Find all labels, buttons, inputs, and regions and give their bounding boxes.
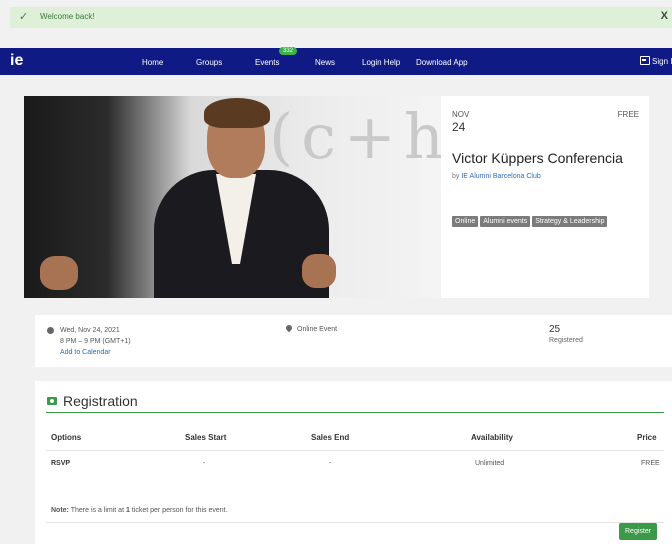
event-price: FREE: [617, 110, 639, 119]
clock-icon: [47, 327, 54, 334]
close-icon[interactable]: X: [661, 10, 668, 22]
nav-download-app[interactable]: Download App: [416, 58, 468, 67]
heading-divider: [46, 412, 664, 413]
event-hero-card: (c+h) NOV 24 FREE Victor Küppers Confere…: [24, 96, 649, 298]
event-time: 8 PM – 9 PM (GMT+1): [60, 338, 131, 345]
cell-sales-start: -: [203, 460, 206, 467]
event-details-bar: Wed, Nov 24, 2021 8 PM – 9 PM (GMT+1) Ad…: [35, 315, 672, 367]
alert-message: Welcome back!: [40, 12, 95, 21]
registration-panel: Registration Options Sales Start Sales E…: [35, 381, 672, 544]
col-availability: Availability: [471, 433, 513, 442]
registered-label: Registered: [549, 337, 583, 344]
registration-note: Note: There is a limit at 1 ticket per p…: [51, 507, 228, 514]
event-title: Victor Küppers Conferencia: [452, 150, 623, 166]
sign-in-icon: [640, 56, 650, 65]
note-label: Note:: [51, 507, 69, 514]
registration-title: Registration: [63, 393, 138, 409]
location-pin-icon: [284, 323, 294, 333]
location-label: Online Event: [297, 326, 338, 333]
tag-online[interactable]: Online: [452, 216, 479, 227]
tag-alumni-events[interactable]: Alumni events: [480, 216, 531, 227]
nav-home[interactable]: Home: [142, 58, 163, 67]
brand-logo[interactable]: ie: [10, 52, 23, 70]
sign-in-label: Sign I: [652, 57, 672, 66]
event-photo: (c+h): [24, 96, 441, 298]
event-tags: Online Alumni events Strategy & Leadership: [452, 210, 609, 228]
events-count-badge: 332: [279, 47, 298, 55]
col-sales-start: Sales Start: [185, 433, 227, 442]
event-location: Online Event: [284, 323, 338, 333]
by-prefix: by: [452, 173, 460, 180]
note-text-pre: There is a limit at: [70, 507, 125, 514]
nav-groups[interactable]: Groups: [196, 58, 222, 67]
event-datetime: Wed, Nov 24, 2021 8 PM – 9 PM (GMT+1) Ad…: [47, 325, 131, 358]
sign-in-link[interactable]: Sign I: [640, 56, 672, 66]
checkmark-icon: ✓: [19, 11, 29, 23]
registered-count: 25 Registered: [549, 324, 583, 344]
nav-news[interactable]: News: [315, 58, 335, 67]
photo-backdrop-text: (c+h): [269, 100, 441, 173]
col-sales-end: Sales End: [311, 433, 350, 442]
note-divider: [46, 522, 664, 523]
nav-events[interactable]: Events: [255, 58, 279, 67]
col-price: Price: [637, 433, 657, 442]
speaker-hand-right: [302, 254, 336, 288]
speaker-hair: [204, 98, 270, 128]
speaker-hand-left: [40, 256, 78, 290]
nav-login-help[interactable]: Login Help: [362, 58, 400, 67]
ticket-icon: [47, 397, 57, 405]
tag-strategy-leadership[interactable]: Strategy & Leadership: [532, 216, 608, 227]
cell-price: FREE: [641, 460, 660, 467]
note-limit-count: 1: [125, 507, 130, 514]
event-summary: NOV 24 FREE Victor Küppers Conferencia b…: [452, 96, 649, 298]
event-month: NOV: [452, 110, 470, 119]
registered-number: 25: [549, 324, 561, 335]
cell-sales-end: -: [329, 460, 332, 467]
add-to-calendar-link[interactable]: Add to Calendar: [60, 349, 111, 356]
note-text-post: ticket per person for this event.: [131, 507, 228, 514]
welcome-alert: ✓ Welcome back! X: [10, 7, 672, 28]
col-options: Options: [51, 433, 82, 442]
table-divider: [46, 450, 664, 451]
top-navbar: ie Home Groups Events 332 News Login Hel…: [0, 47, 672, 75]
register-button[interactable]: Register: [619, 523, 658, 540]
event-date: Wed, Nov 24, 2021: [60, 327, 120, 334]
cell-availability: Unlimited: [475, 460, 505, 467]
cell-option-rsvp: RSVP: [51, 460, 71, 467]
event-day: 24: [452, 120, 466, 134]
organizer-link[interactable]: IE Alumni Barcelona Club: [461, 173, 540, 180]
event-organizer-line: by IE Alumni Barcelona Club: [452, 173, 541, 180]
